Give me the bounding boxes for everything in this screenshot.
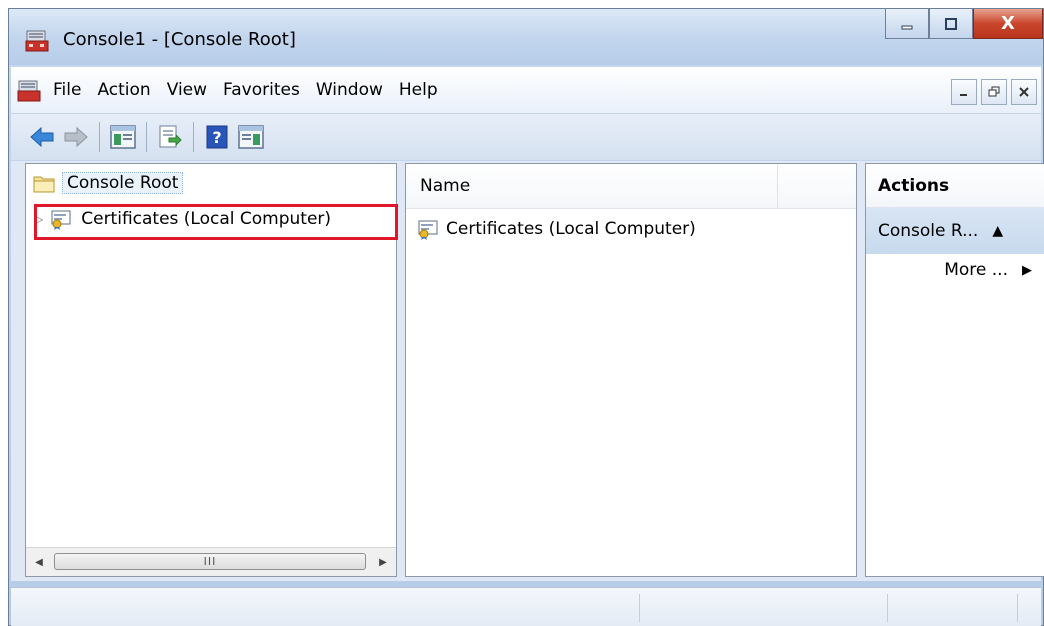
- menu-action[interactable]: Action: [95, 80, 164, 100]
- status-divider: [639, 594, 640, 622]
- menu-window[interactable]: Window: [314, 80, 397, 100]
- actions-section-title: Console R...: [878, 221, 979, 241]
- child-window-controls: [947, 79, 1037, 105]
- menu-file[interactable]: File: [51, 80, 95, 100]
- menu-items: File Action View Favorites Window Help: [51, 67, 452, 113]
- menu-bar: File Action View Favorites Window Help: [11, 67, 1041, 114]
- toolbar-separator: [99, 122, 100, 152]
- scroll-thumb[interactable]: III: [54, 553, 366, 570]
- status-divider: [887, 594, 888, 622]
- title-bar[interactable]: Console1 - [Console Root] X: [9, 9, 1043, 65]
- minimize-button[interactable]: [885, 9, 929, 39]
- help-icon: ?: [206, 125, 228, 149]
- menu-help[interactable]: Help: [397, 80, 452, 100]
- child-restore-icon: [988, 86, 1000, 97]
- mmc-app-icon: [25, 30, 49, 52]
- export-list-icon: [159, 125, 182, 148]
- menu-view[interactable]: View: [165, 80, 221, 100]
- actions-header: Actions: [866, 164, 1044, 208]
- status-bar: [11, 587, 1041, 626]
- scroll-grip-icon: III: [203, 555, 217, 568]
- close-icon: X: [1001, 13, 1015, 34]
- child-close-button[interactable]: [1011, 79, 1037, 105]
- console-menu-icon[interactable]: [17, 79, 41, 103]
- back-arrow-icon: [30, 126, 54, 148]
- child-minimize-button[interactable]: [951, 79, 977, 105]
- more-actions-label: More ...: [944, 260, 1008, 280]
- status-divider: [1017, 594, 1018, 622]
- toolbar-separator: [146, 122, 147, 152]
- console-content: Console Root ▷ Certificates (Local Compu…: [11, 161, 1044, 581]
- column-name-label: Name: [420, 176, 471, 196]
- list-item[interactable]: Certificates (Local Computer): [416, 218, 696, 240]
- toolbar-separator: [193, 122, 194, 152]
- close-button[interactable]: X: [973, 9, 1043, 39]
- horizontal-scrollbar[interactable]: ◀ III ▶: [26, 547, 396, 576]
- forward-button[interactable]: [61, 122, 91, 152]
- toolbar: ?: [11, 114, 1041, 160]
- scroll-right-arrow-icon[interactable]: ▶: [370, 548, 396, 576]
- tree-root-label: Console Root: [62, 172, 184, 194]
- column-header-name[interactable]: Name: [406, 164, 778, 208]
- child-minimize-icon: [960, 94, 967, 96]
- submenu-arrow-icon: ▶: [1022, 262, 1032, 278]
- show-hide-action-pane-icon: [238, 125, 264, 149]
- list-item-label: Certificates (Local Computer): [446, 219, 696, 239]
- collapse-up-arrow-icon[interactable]: ▲: [992, 223, 1003, 239]
- child-restore-button[interactable]: [981, 79, 1007, 105]
- forward-arrow-icon: [64, 126, 88, 148]
- list-column-header: Name: [406, 164, 856, 209]
- scroll-left-arrow-icon[interactable]: ◀: [26, 548, 52, 576]
- show-hide-console-tree-button[interactable]: [108, 122, 138, 152]
- actions-more-item[interactable]: More ... ▶: [944, 260, 1032, 280]
- actions-pane: Actions Console R... ▲ More ... ▶: [865, 163, 1044, 577]
- child-close-icon: [1019, 87, 1029, 97]
- maximize-button[interactable]: [929, 9, 973, 39]
- actions-section-console-root[interactable]: Console R... ▲: [866, 208, 1044, 254]
- minimize-icon: [901, 25, 913, 29]
- back-button[interactable]: [27, 122, 57, 152]
- selection-highlight-box: [34, 204, 398, 240]
- mmc-window: Console1 - [Console Root] X File Action …: [8, 8, 1044, 626]
- caption-buttons: X: [885, 9, 1043, 43]
- folder-icon: [33, 176, 55, 193]
- certificate-snapin-icon: [418, 220, 438, 240]
- window-title: Console1 - [Console Root]: [63, 29, 296, 50]
- console-tree-pane: Console Root ▷ Certificates (Local Compu…: [25, 163, 398, 577]
- svg-text:?: ?: [212, 128, 221, 147]
- tree-root-row[interactable]: Console Root: [32, 170, 184, 196]
- results-list-pane: Name Certificates (Local Computer): [405, 163, 857, 577]
- menu-favorites[interactable]: Favorites: [221, 80, 314, 100]
- show-hide-console-tree-icon: [110, 125, 136, 149]
- show-hide-action-pane-button[interactable]: [236, 122, 266, 152]
- export-list-button[interactable]: [155, 122, 185, 152]
- maximize-icon: [945, 17, 957, 30]
- help-button[interactable]: ?: [202, 122, 232, 152]
